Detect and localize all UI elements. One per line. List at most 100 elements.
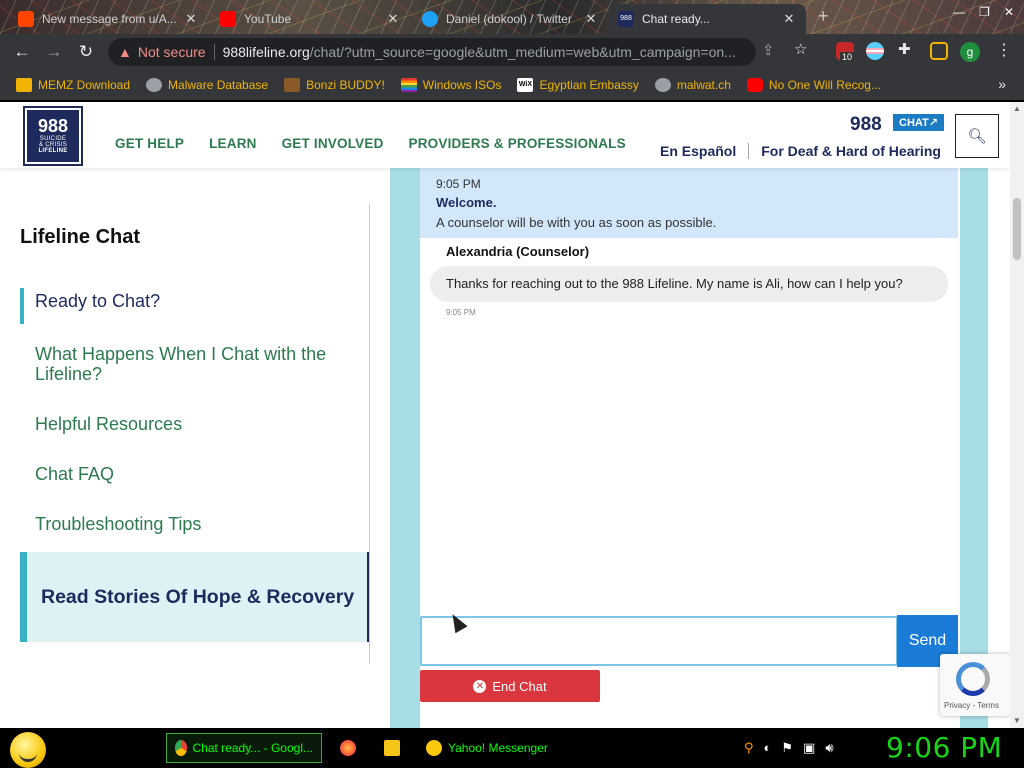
nav-learn[interactable]: LEARN xyxy=(209,136,257,151)
lifeline-logo[interactable]: 988 SUICIDE & CRISIS LIFELINE xyxy=(23,106,83,166)
sidebar-item-ready-to-chat[interactable]: Ready to Chat? xyxy=(20,288,350,324)
close-icon[interactable]: ✕ xyxy=(386,11,400,27)
recaptcha-links[interactable]: Privacy - Terms xyxy=(944,701,999,710)
sidebar-item-chat-faq[interactable]: Chat FAQ xyxy=(20,464,350,484)
bookmark-windows-isos[interactable]: Windows ISOs xyxy=(400,78,502,92)
sidebar-nav: Ready to Chat? What Happens When I Chat … xyxy=(20,288,350,564)
close-window-icon[interactable]: ✕ xyxy=(1004,5,1014,19)
chat-message-input[interactable] xyxy=(420,616,898,666)
nav-get-involved[interactable]: GET INVOLVED xyxy=(282,136,384,151)
system-tray: ⚲ ◐ ⚑ ▣ 🔊︎ xyxy=(744,740,834,756)
reddit-icon xyxy=(18,11,34,27)
tab-chat-ready[interactable]: 988 Chat ready... ✕ xyxy=(608,4,806,34)
bookmark-label: No One Will Recog... xyxy=(768,78,881,92)
taskbar-item-chrome[interactable]: Chat ready... - Googl... xyxy=(166,733,322,763)
recaptcha-badge[interactable]: Privacy - Terms xyxy=(940,654,1010,716)
nav-get-help[interactable]: GET HELP xyxy=(115,136,184,151)
restore-icon[interactable]: ❐ xyxy=(979,5,990,19)
scroll-up-icon[interactable]: ▲ xyxy=(1010,102,1024,116)
taskbar-item-yahoo-messenger[interactable]: Yahoo! Messenger xyxy=(418,733,574,763)
scroll-thumb[interactable] xyxy=(1013,198,1021,260)
close-circle-icon: ✕ xyxy=(473,679,487,693)
chrome-icon xyxy=(175,740,187,756)
divider xyxy=(748,143,750,159)
lifeline-favicon-icon: 988 xyxy=(618,11,634,27)
tab-title: Chat ready... xyxy=(642,12,710,26)
sidebar-divider xyxy=(369,204,370,664)
bookmark-egyptian-embassy[interactable]: WiX Egyptian Embassy xyxy=(517,78,639,92)
divider xyxy=(213,44,215,60)
close-icon[interactable]: ✕ xyxy=(584,11,598,27)
network-icon[interactable]: ▣ xyxy=(803,740,815,756)
flag-extension-icon[interactable] xyxy=(866,42,884,60)
tab-youtube[interactable]: YouTube ✕ xyxy=(210,4,410,34)
taskbar-item-firefox[interactable] xyxy=(332,733,366,763)
welcome-time: 9:05 PM xyxy=(436,177,481,191)
url-path[interactable]: /chat/?utm_source=google&utm_medium=web&… xyxy=(310,44,736,60)
sidebar-item-what-happens[interactable]: What Happens When I Chat with the Lifeli… xyxy=(20,344,350,384)
bookmark-label: malwat.ch xyxy=(676,78,731,92)
logo-number: 988 xyxy=(37,116,69,136)
chat-link-badge[interactable]: CHAT↗ xyxy=(893,114,944,131)
counselor-message: Thanks for reaching out to the 988 Lifel… xyxy=(430,266,948,302)
messenger-tray-icon[interactable]: ◐ xyxy=(764,740,772,756)
back-icon[interactable]: ← xyxy=(6,42,38,62)
language-links: En Español For Deaf & Hard of Hearing xyxy=(660,143,941,159)
bookmark-star-icon[interactable]: ☆ xyxy=(794,40,807,58)
message-time: 9:05 PM xyxy=(446,308,476,317)
tab-twitter[interactable]: Daniel (dokool) / Twitter ✕ xyxy=(412,4,608,34)
wix-icon: WiX xyxy=(517,78,534,92)
flag-icon[interactable]: ⚑ xyxy=(781,740,793,756)
forward-icon[interactable]: → xyxy=(38,42,70,62)
warning-icon[interactable]: ▲ xyxy=(118,44,132,60)
bookmark-memz[interactable]: MEMZ Download xyxy=(16,78,130,92)
twitter-icon xyxy=(422,11,438,27)
volume-icon[interactable]: 🔊︎ xyxy=(825,740,833,756)
tab-reddit[interactable]: New message from u/A... ✕ xyxy=(8,4,208,34)
search-button[interactable]: 🔍︎ xyxy=(955,114,999,158)
not-secure-label[interactable]: Not secure xyxy=(138,44,206,60)
espanol-link[interactable]: En Español xyxy=(660,143,736,159)
url-host[interactable]: 988lifeline.org xyxy=(223,44,310,60)
bookmark-malwatch[interactable]: malwat.ch xyxy=(654,78,731,92)
deaf-hard-of-hearing-link[interactable]: For Deaf & Hard of Hearing xyxy=(761,143,941,159)
nav-providers-professionals[interactable]: PROVIDERS & PROFESSIONALS xyxy=(409,136,626,151)
bookmark-label: Windows ISOs xyxy=(422,78,502,92)
tab-strip: New message from u/A... ✕ YouTube ✕ Dani… xyxy=(0,0,1024,34)
more-bookmarks-icon[interactable]: » xyxy=(998,76,1006,92)
yahoo-messenger-icon xyxy=(426,740,442,756)
scroll-down-icon[interactable]: ▼ xyxy=(1010,714,1024,728)
page-scrollbar[interactable]: ▲ ▼ xyxy=(1010,102,1024,728)
minimize-icon[interactable]: — xyxy=(953,5,965,19)
address-bar[interactable]: ▲ Not secure 988lifeline.org/chat/?utm_s… xyxy=(108,38,756,66)
sidebar-item-troubleshooting[interactable]: Troubleshooting Tips xyxy=(20,514,350,534)
puzzle-extensions-icon[interactable]: ✚ xyxy=(898,40,911,58)
close-icon[interactable]: ✕ xyxy=(184,11,198,27)
gorilla-icon xyxy=(284,78,301,92)
sidebar-item-helpful-resources[interactable]: Helpful Resources xyxy=(20,414,350,434)
globe-icon xyxy=(654,78,671,92)
profile-avatar[interactable]: g xyxy=(960,42,980,62)
reload-icon[interactable]: ↻ xyxy=(70,42,102,62)
welcome-message: 9:05 PM Welcome. A counselor will be wit… xyxy=(420,168,958,238)
search-icon[interactable]: ⚲ xyxy=(744,740,754,756)
bookmark-bonzi[interactable]: Bonzi BUDDY! xyxy=(284,78,385,92)
bookmark-malware-db[interactable]: Malware Database xyxy=(146,78,268,92)
rainbow-flag-icon xyxy=(400,78,417,92)
share-icon[interactable]: ⇪ xyxy=(762,41,775,59)
hotline-number[interactable]: 988 xyxy=(850,114,882,136)
bookmark-label: Malware Database xyxy=(168,78,269,92)
browser-toolbar: ← → ↻ ▲ Not secure 988lifeline.org/chat/… xyxy=(0,34,1024,70)
side-panel-icon[interactable] xyxy=(930,42,948,60)
more-options-icon[interactable]: ⋮ xyxy=(996,40,1012,60)
new-tab-button[interactable]: + xyxy=(818,6,829,27)
start-button[interactable] xyxy=(10,732,46,768)
taskbar-item-folder[interactable] xyxy=(376,733,410,763)
bookmark-no-one-will-recog[interactable]: No One Will Recog... xyxy=(746,78,881,92)
close-icon[interactable]: ✕ xyxy=(782,11,796,27)
end-chat-button[interactable]: ✕ End Chat xyxy=(420,670,600,702)
stories-of-hope-link[interactable]: Read Stories Of Hope & Recovery xyxy=(20,552,369,642)
site-header: 988 SUICIDE & CRISIS LIFELINE GET HELP L… xyxy=(0,102,1010,168)
taskbar-clock[interactable]: 9:06 PM xyxy=(886,731,1002,764)
search-icon: 🔍︎ xyxy=(967,128,987,145)
